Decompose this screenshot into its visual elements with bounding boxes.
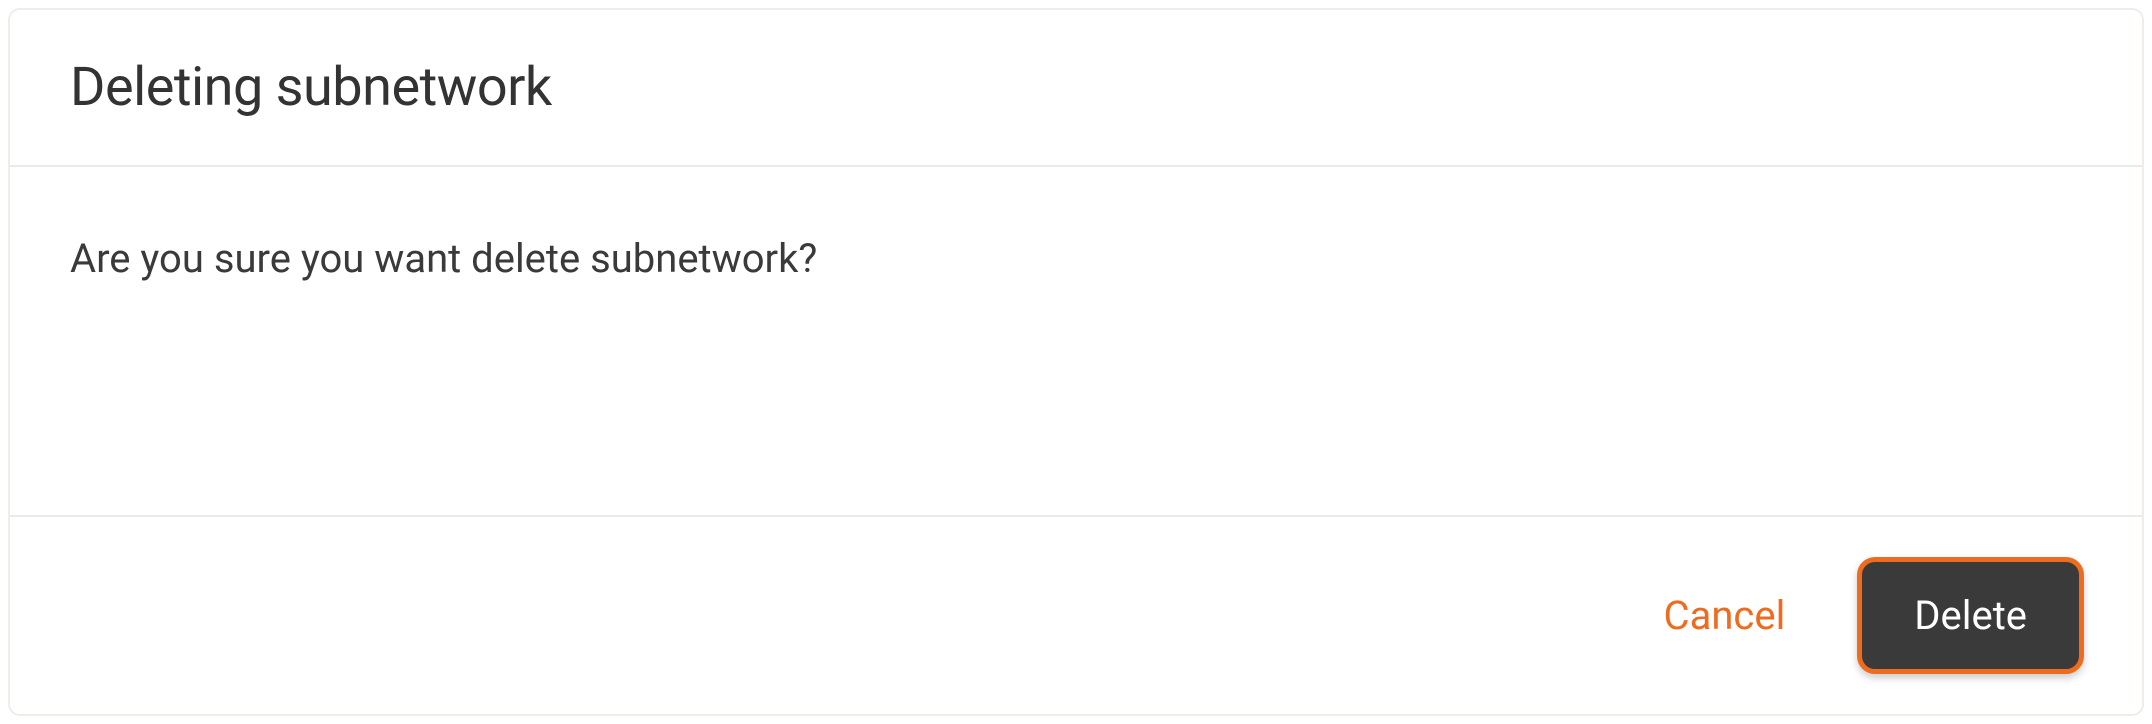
dialog-message: Are you sure you want delete subnetwork?	[70, 235, 2082, 282]
cancel-button[interactable]: Cancel	[1664, 592, 1786, 639]
dialog-header: Deleting subnetwork	[10, 10, 2142, 167]
dialog-footer: Cancel Delete	[10, 517, 2142, 714]
delete-button[interactable]: Delete	[1857, 557, 2084, 674]
dialog-body: Are you sure you want delete subnetwork?	[10, 167, 2142, 517]
dialog-title: Deleting subnetwork	[70, 56, 2082, 119]
confirmation-dialog: Deleting subnetwork Are you sure you wan…	[8, 8, 2144, 716]
